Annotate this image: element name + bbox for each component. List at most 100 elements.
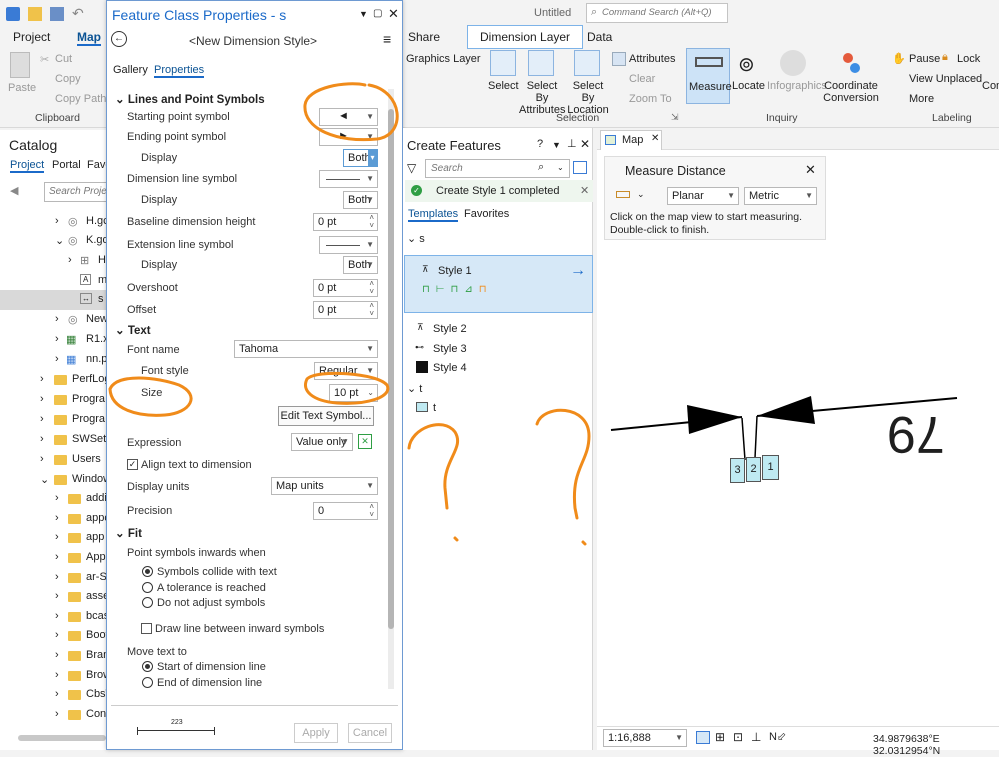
locate-button[interactable]: Locate [732, 80, 765, 92]
tab-favorites[interactable]: Favorites [464, 208, 509, 220]
measure-tool-icon[interactable] [616, 191, 630, 198]
tab-project[interactable]: Project [13, 30, 50, 44]
expression-select[interactable]: Value only ▼ [291, 433, 353, 451]
tree-folder[interactable]: › PerfLog [0, 370, 107, 390]
layer-group-s[interactable]: ⌄ s [407, 232, 425, 245]
tab-map[interactable]: Map [77, 30, 101, 46]
grid-icon[interactable]: ⊞ [715, 730, 725, 744]
display-units-select[interactable]: Map units ▼ [271, 477, 378, 495]
coordinate-conversion-button[interactable]: Coordinate Conversion [822, 80, 880, 104]
catalog-tab-portal[interactable]: Portal [52, 159, 81, 171]
catalog-search[interactable]: Search Project [44, 182, 115, 202]
arrow-right-icon[interactable]: → [570, 262, 586, 280]
filter-icon[interactable]: ▽ [407, 161, 416, 175]
tree-folder[interactable]: › Progra [0, 390, 107, 410]
tree-folder[interactable]: › Boot [0, 626, 107, 646]
tree-item[interactable]: › ⊞ H [0, 251, 107, 271]
expression-builder-icon[interactable]: ✕ [358, 434, 372, 449]
tree-folder[interactable]: › Cont [0, 705, 107, 725]
tree-item-selected[interactable]: ↔ s [0, 290, 107, 310]
dropdown-icon[interactable]: ▼ [552, 140, 561, 150]
template-row[interactable]: Style 4 [413, 361, 583, 377]
command-search[interactable]: ⌕ Command Search (Alt+Q) [586, 3, 728, 23]
tree-folder[interactable]: ›CbsT [0, 685, 107, 705]
select-button[interactable]: Select [488, 80, 519, 92]
snapping-icon[interactable]: ⊡ [733, 730, 743, 744]
radio-do-not-adjust[interactable] [142, 597, 153, 608]
tree-folder[interactable]: ›ar-S/ [0, 568, 107, 588]
tab-data[interactable]: Data [587, 30, 612, 44]
tree-folder[interactable]: › bcas [0, 607, 107, 627]
fixed-extent-icon[interactable] [696, 731, 710, 744]
chevron-down-icon[interactable]: ⌄ [637, 189, 645, 200]
map-view[interactable]: Map ✕ Measure Distance ✕ ⌄ Planar ▼ Metri… [597, 128, 999, 757]
close-icon[interactable]: ✕ [805, 162, 816, 178]
create-features-search[interactable]: Search ⌕ ⌄ [425, 159, 570, 178]
precision-input[interactable]: 0 ˄ ˅ [313, 502, 378, 520]
tree-item[interactable]: ⌄ ◎ K.gd [0, 231, 107, 251]
select-by-attributes-button[interactable]: Select By Attributes [519, 80, 565, 116]
undo-icon[interactable]: ↶ [72, 5, 84, 22]
tab-templates[interactable]: Templates [408, 208, 459, 222]
close-icon[interactable]: ✕ [580, 137, 590, 151]
measure-button[interactable]: Measure [686, 48, 732, 104]
tree-folder[interactable]: › app [0, 528, 107, 548]
measure-units-select[interactable]: Metric ▼ [744, 187, 817, 205]
tree-folder[interactable]: › App [0, 548, 107, 568]
tree-folder[interactable]: › asse [0, 587, 107, 607]
tree-folder[interactable]: › Progra [0, 410, 107, 430]
select-by-location-button[interactable]: Select By Location [566, 80, 610, 116]
paste-button[interactable]: Paste [8, 82, 36, 94]
cancel-button[interactable]: Cancel [348, 723, 392, 743]
catalog-tab-project[interactable]: Project [10, 159, 45, 173]
tree-folder[interactable]: › Bran [0, 646, 107, 666]
lock-button[interactable]: Lock [957, 53, 980, 65]
template-row[interactable]: ⊷ Style 3 [413, 342, 583, 358]
infographics-button[interactable]: Infographics [767, 80, 827, 92]
align-text-checkbox[interactable]: ✓ [127, 459, 138, 470]
tree-item[interactable]: ›▦R1.xl [0, 330, 107, 350]
label-box-3[interactable]: 3 [730, 458, 745, 483]
constraints-icon[interactable]: ⊥ [751, 730, 761, 744]
con-button[interactable]: Con [982, 80, 999, 92]
open-icon[interactable] [28, 7, 42, 21]
measure-mode-select[interactable]: Planar ▼ [667, 187, 739, 205]
zoom-to-button[interactable]: Zoom To [629, 93, 672, 105]
tree-item[interactable]: › ◎ H.gc [0, 212, 107, 232]
north-arrow-icon[interactable]: N⬃ [769, 730, 786, 743]
clear-button[interactable]: Clear [629, 73, 655, 85]
tree-folder[interactable]: ›Brow [0, 666, 107, 686]
pause-button[interactable]: Pause [909, 53, 940, 65]
label-box-2[interactable]: 2 [746, 457, 761, 482]
pin-icon[interactable]: ⊥ [567, 137, 577, 150]
dismiss-icon[interactable]: ✕ [580, 184, 589, 197]
template-row-selected[interactable]: ⊼ Style 1 → ⊓⊢⊓⊿⊓ [404, 255, 593, 313]
back-icon[interactable]: ◀ [10, 184, 18, 197]
draw-line-checkbox[interactable] [141, 623, 152, 634]
copy-button[interactable]: Copy [55, 73, 81, 85]
view-unplaced-button[interactable]: View Unplaced [909, 73, 982, 85]
manage-templates-icon[interactable] [573, 161, 587, 174]
radio-start-selected[interactable] [142, 661, 153, 672]
tree-item[interactable]: Am [0, 271, 107, 291]
radio-tolerance[interactable] [142, 582, 153, 593]
tab-share[interactable]: Share [408, 30, 440, 44]
tab-dimension-layer[interactable]: Dimension Layer [467, 25, 584, 49]
catalog-scrollbar[interactable] [18, 735, 106, 741]
more-button[interactable]: More [909, 93, 934, 105]
template-row[interactable]: ⊼ Style 2 [413, 322, 583, 338]
save-icon[interactable] [50, 7, 64, 21]
paste-icon[interactable] [10, 52, 30, 78]
help-icon[interactable]: ? [537, 138, 543, 150]
layer-group-t[interactable]: ⌄ t [407, 382, 422, 395]
copy-path-button[interactable]: Copy Path [55, 93, 106, 105]
label-box-1[interactable]: 1 [762, 455, 779, 480]
tree-folder[interactable]: ›appc [0, 509, 107, 529]
radio-collide-selected[interactable] [142, 566, 153, 577]
cut-button[interactable]: Cut [55, 53, 72, 65]
attributes-button[interactable]: Attributes [629, 53, 675, 65]
scale-select[interactable]: 1:16,888 ▼ [603, 729, 687, 747]
map-tab[interactable]: Map ✕ [600, 130, 662, 150]
radio-end[interactable] [142, 677, 153, 688]
tree-item[interactable]: › ▦ nn.p [0, 350, 107, 370]
